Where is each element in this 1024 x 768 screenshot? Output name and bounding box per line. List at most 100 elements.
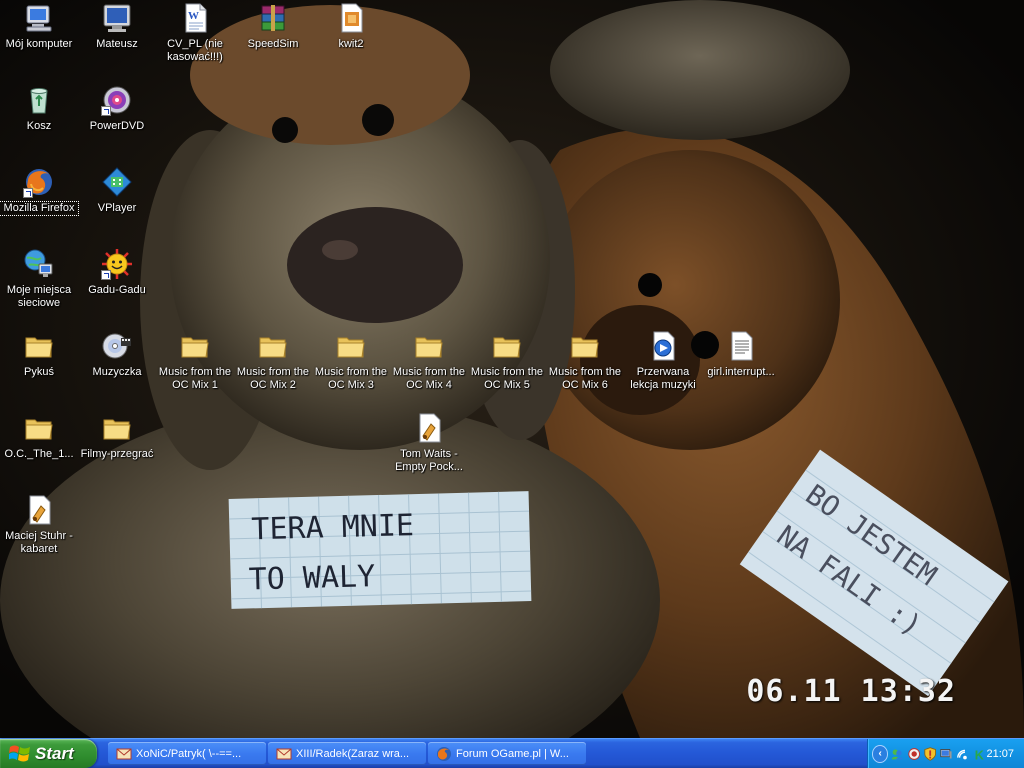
wallpaper-note-left-line1: TERA MNIE (251, 508, 414, 547)
desktop-icon-oc-mix-2[interactable]: Music from the OC Mix 2 (234, 330, 312, 392)
taskbar: Start XoNiC/Patryk( \--==... XIII/Radek(… (0, 738, 1024, 768)
desktop-icon-oc-mix-6[interactable]: Music from the OC Mix 6 (546, 330, 624, 392)
desktop[interactable]: TERA MNIE TO WALY BO JESTEM NA FALI :) 0… (0, 0, 1024, 738)
antivirus-icon[interactable] (907, 746, 921, 762)
start-button[interactable]: Start (0, 739, 97, 768)
folder-icon (491, 330, 523, 362)
recycle-bin-icon (23, 84, 55, 116)
folder-icon (101, 412, 133, 444)
desktop-icon-label: CV_PL (nie kasować!!!) (167, 38, 223, 63)
desktop-icon-tom-waits[interactable]: Tom Waits - Empty Pock... (390, 412, 468, 474)
wallpaper-note-left-line2: TO WALY (248, 559, 375, 597)
image-file-icon (335, 2, 367, 34)
shortcut-arrow-icon (23, 188, 33, 198)
music-cd-icon (101, 330, 133, 362)
desktop-icon-muzyczka[interactable]: Muzyczka (78, 330, 156, 379)
mail-icon (116, 748, 132, 759)
text-file-icon (725, 330, 757, 362)
mail-icon (276, 748, 292, 759)
folder-icon (179, 330, 211, 362)
shortcut-arrow-icon (101, 106, 111, 116)
desktop-icon-speedsim[interactable]: SpeedSim (234, 2, 312, 51)
svg-text:W: W (188, 10, 199, 22)
gadu-gadu-icon (101, 248, 133, 280)
clock[interactable]: 21:07 (987, 748, 1015, 760)
desktop-icon-powerdvd[interactable]: PowerDVD (78, 84, 156, 133)
desktop-icon-kwit2[interactable]: kwit2 (312, 2, 390, 51)
desktop-icon-oc-mix-4[interactable]: Music from the OC Mix 4 (390, 330, 468, 392)
desktop-icon-label: Mozilla Firefox (0, 201, 79, 216)
desktop-icon-label: PowerDVD (89, 120, 145, 132)
desktop-icon-przerwana-lekcja-muzyki[interactable]: Przerwana lekcja muzyki (624, 330, 702, 392)
desktop-icon-network-places[interactable]: Moje miejsca sieciowe (0, 248, 78, 310)
audio-file-icon (23, 494, 55, 526)
desktop-icon-label: Moje miejsca sieciowe (6, 284, 72, 309)
firefox-icon (23, 166, 55, 198)
desktop-icon-oc-mix-5[interactable]: Music from the OC Mix 5 (468, 330, 546, 392)
user-folder-icon (101, 2, 133, 34)
desktop-icon-label: Filmy-przegrać (80, 448, 154, 460)
taskbar-button-xonic-chat[interactable]: XoNiC/Patryk( \--==... (108, 742, 266, 765)
desktop-icon-pykus[interactable]: Pykuś (0, 330, 78, 379)
desktop-icon-label: Music from the OC Mix 2 (236, 366, 310, 391)
desktop-icon-kosz[interactable]: Kosz (0, 84, 78, 133)
desktop-icon-label: Maciej Stuhr - kabaret (5, 530, 73, 555)
desktop-icon-maciej-stuhr[interactable]: Maciej Stuhr - kabaret (0, 494, 78, 556)
desktop-icon-label: Mateusz (96, 38, 138, 50)
desktop-icon-label: Music from the OC Mix 1 (158, 366, 232, 391)
taskbar-button-label: Forum OGame.pl | W... (456, 747, 569, 760)
desktop-icon-label: Kosz (26, 120, 52, 132)
desktop-icon-label: Music from the OC Mix 4 (392, 366, 466, 391)
desktop-icon-mozilla-firefox[interactable]: Mozilla Firefox (0, 166, 79, 216)
folder-icon (23, 330, 55, 362)
system-tray: ‹ K 21:07 (867, 739, 1024, 768)
desktop-icon-oc-mix-1[interactable]: Music from the OC Mix 1 (156, 330, 234, 392)
desktop-icon-oc-mix-3[interactable]: Music from the OC Mix 3 (312, 330, 390, 392)
desktop-icon-oc-the-1[interactable]: O.C._The_1... (0, 412, 78, 461)
shortcut-arrow-icon (101, 270, 111, 280)
desktop-icon-label: girl.interrupt... (707, 366, 775, 378)
folder-icon (413, 330, 445, 362)
desktop-icon-label: Music from the OC Mix 5 (470, 366, 544, 391)
folder-icon (335, 330, 367, 362)
desktop-icon-label: Pykuś (24, 366, 54, 378)
svg-text:K: K (975, 748, 984, 762)
firefox-icon (437, 746, 451, 761)
my-computer-icon (23, 2, 55, 34)
taskbar-button-label: XoNiC/Patryk( \--==... (136, 747, 242, 760)
network-places-icon (23, 248, 55, 280)
media-file-icon (647, 330, 679, 362)
k-icon[interactable]: K (972, 746, 986, 762)
desktop-icon-filmy-przegrac[interactable]: Filmy-przegrać (78, 412, 156, 461)
folder-icon (23, 412, 55, 444)
vplayer-icon (101, 166, 133, 198)
monitor-icon[interactable] (939, 746, 953, 762)
start-label: Start (35, 743, 74, 763)
desktop-icon-mateusz[interactable]: Mateusz (78, 2, 156, 51)
desktop-icon-label: Tom Waits - Empty Pock... (395, 448, 463, 473)
folder-icon (257, 330, 289, 362)
taskbar-button-xiii-chat[interactable]: XIII/Radek(Zaraz wra... (268, 742, 426, 765)
messenger-icon[interactable] (890, 746, 904, 762)
desktop-icon-cv-pl[interactable]: W CV_PL (nie kasować!!!) (156, 2, 234, 64)
desktop-icon-gadu-gadu[interactable]: Gadu-Gadu (78, 248, 156, 297)
taskbar-button-firefox-forum[interactable]: Forum OGame.pl | W... (428, 742, 586, 765)
desktop-icon-label: O.C._The_1... (4, 448, 74, 460)
desktop-icon-vplayer[interactable]: VPlayer (78, 166, 156, 215)
show-hidden-icons-chevron[interactable]: ‹ (872, 744, 889, 763)
camera-datestamp: 06.11 13:32 (746, 674, 956, 709)
desktop-icon-label: Music from the OC Mix 3 (314, 366, 388, 391)
desktop-icon-girl-interrupted[interactable]: girl.interrupt... (702, 330, 780, 379)
audio-file-icon (413, 412, 445, 444)
desktop-icon-label: Muzyczka (92, 366, 142, 378)
security-shield-icon[interactable] (923, 746, 937, 762)
desktop-icon-my-computer[interactable]: Mój komputer (0, 2, 78, 51)
desktop-icon-label: Gadu-Gadu (88, 284, 146, 296)
network-connection-icon[interactable] (956, 746, 970, 762)
desktop-icon-label: VPlayer (97, 202, 137, 214)
taskbar-button-label: XIII/Radek(Zaraz wra... (296, 747, 410, 760)
word-document-icon: W (179, 2, 211, 34)
desktop-icon-label: kwit2 (338, 38, 364, 50)
desktop-icon-label: Przerwana lekcja muzyki (630, 366, 696, 391)
windows-logo-icon (9, 745, 30, 761)
